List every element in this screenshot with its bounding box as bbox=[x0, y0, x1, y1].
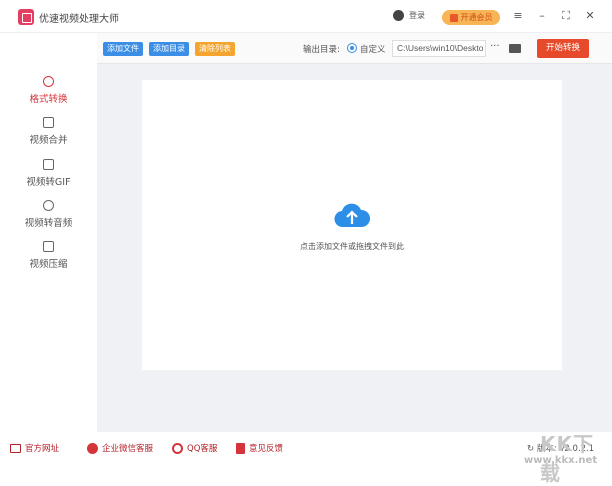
sidebar-item-label: 视频转音频 bbox=[24, 218, 73, 229]
merge-icon bbox=[43, 117, 54, 128]
sidebar-item-label: 视频合并 bbox=[29, 135, 68, 146]
close-icon[interactable]: ✕ bbox=[583, 9, 597, 22]
custom-radio-label[interactable]: 自定义 bbox=[360, 43, 386, 55]
login-label: 登录 bbox=[409, 11, 425, 20]
sidebar: 格式转换 视频合并 视频转GIF 视频转音频 视频压缩 bbox=[0, 33, 97, 432]
sidebar-item-video-compress[interactable]: 视频压缩 bbox=[0, 241, 97, 270]
app-logo-icon bbox=[18, 9, 34, 25]
qq-support-link[interactable]: QQ客服 bbox=[172, 442, 217, 454]
title-bar: 优速视频处理大师 登录 开通会员 ≡ – ⛶ ✕ bbox=[0, 0, 612, 33]
sidebar-item-label: 视频压缩 bbox=[29, 259, 68, 270]
toolbar: 添加文件 添加目录 清除列表 输出目录: 自定义 C:\Users\win10\… bbox=[97, 33, 612, 64]
sidebar-item-video-merge[interactable]: 视频合并 bbox=[0, 117, 97, 146]
sidebar-item-label: 格式转换 bbox=[29, 94, 68, 105]
output-path-input[interactable]: C:\Users\win10\Deskto bbox=[392, 40, 486, 57]
watermark-url: www.kkx.net bbox=[524, 455, 598, 466]
output-dir-label: 输出目录: bbox=[303, 45, 340, 55]
feedback-icon bbox=[236, 442, 245, 454]
clear-list-button[interactable]: 清除列表 bbox=[195, 42, 235, 56]
gif-icon bbox=[43, 159, 54, 170]
official-site-link[interactable]: 官方网址 bbox=[10, 442, 59, 454]
vip-icon bbox=[449, 13, 458, 22]
vip-button[interactable]: 开通会员 bbox=[442, 10, 500, 25]
wechat-icon bbox=[87, 442, 98, 454]
vip-label: 开通会员 bbox=[460, 13, 493, 22]
sidebar-item-format-convert[interactable]: 格式转换 bbox=[0, 76, 97, 105]
main-area: 添加文件 添加目录 清除列表 输出目录: 自定义 C:\Users\win10\… bbox=[97, 33, 612, 432]
convert-icon bbox=[43, 76, 54, 87]
feedback-link[interactable]: 意见反馈 bbox=[236, 442, 283, 454]
menu-icon[interactable]: ≡ bbox=[511, 9, 525, 22]
footer: 官方网址 企业微信客服 QQ客服 意见反馈 ↻ 版本: v2.0.2.1 bbox=[0, 432, 612, 467]
minimize-icon[interactable]: – bbox=[535, 9, 549, 22]
link-label: 官方网址 bbox=[25, 444, 60, 454]
start-convert-button[interactable]: 开始转换 bbox=[537, 39, 589, 58]
user-icon bbox=[393, 10, 404, 21]
folder-icon[interactable] bbox=[509, 44, 521, 53]
browse-button[interactable]: ··· bbox=[490, 41, 500, 52]
upload-cloud-icon bbox=[334, 203, 370, 228]
sidebar-item-video-to-gif[interactable]: 视频转GIF bbox=[0, 159, 97, 188]
maximize-icon[interactable]: ⛶ bbox=[559, 9, 573, 23]
website-icon bbox=[10, 443, 21, 453]
custom-radio[interactable] bbox=[347, 43, 357, 53]
sidebar-item-label: 视频转GIF bbox=[26, 177, 71, 188]
wechat-support-link[interactable]: 企业微信客服 bbox=[87, 442, 153, 454]
drop-hint: 点击添加文件或拖拽文件到此 bbox=[300, 242, 404, 251]
qq-icon bbox=[172, 442, 183, 454]
link-label: 企业微信客服 bbox=[102, 444, 154, 454]
add-file-button[interactable]: 添加文件 bbox=[103, 42, 143, 56]
sidebar-item-video-to-audio[interactable]: 视频转音频 bbox=[0, 200, 97, 229]
compress-icon bbox=[43, 241, 54, 252]
login-button[interactable]: 登录 bbox=[393, 10, 425, 21]
audio-icon bbox=[43, 200, 54, 211]
drop-zone[interactable]: 点击添加文件或拖拽文件到此 bbox=[142, 80, 562, 370]
add-directory-button[interactable]: 添加目录 bbox=[149, 42, 189, 56]
link-label: QQ客服 bbox=[187, 444, 218, 454]
link-label: 意见反馈 bbox=[249, 444, 284, 454]
app-title: 优速视频处理大师 bbox=[39, 14, 119, 25]
